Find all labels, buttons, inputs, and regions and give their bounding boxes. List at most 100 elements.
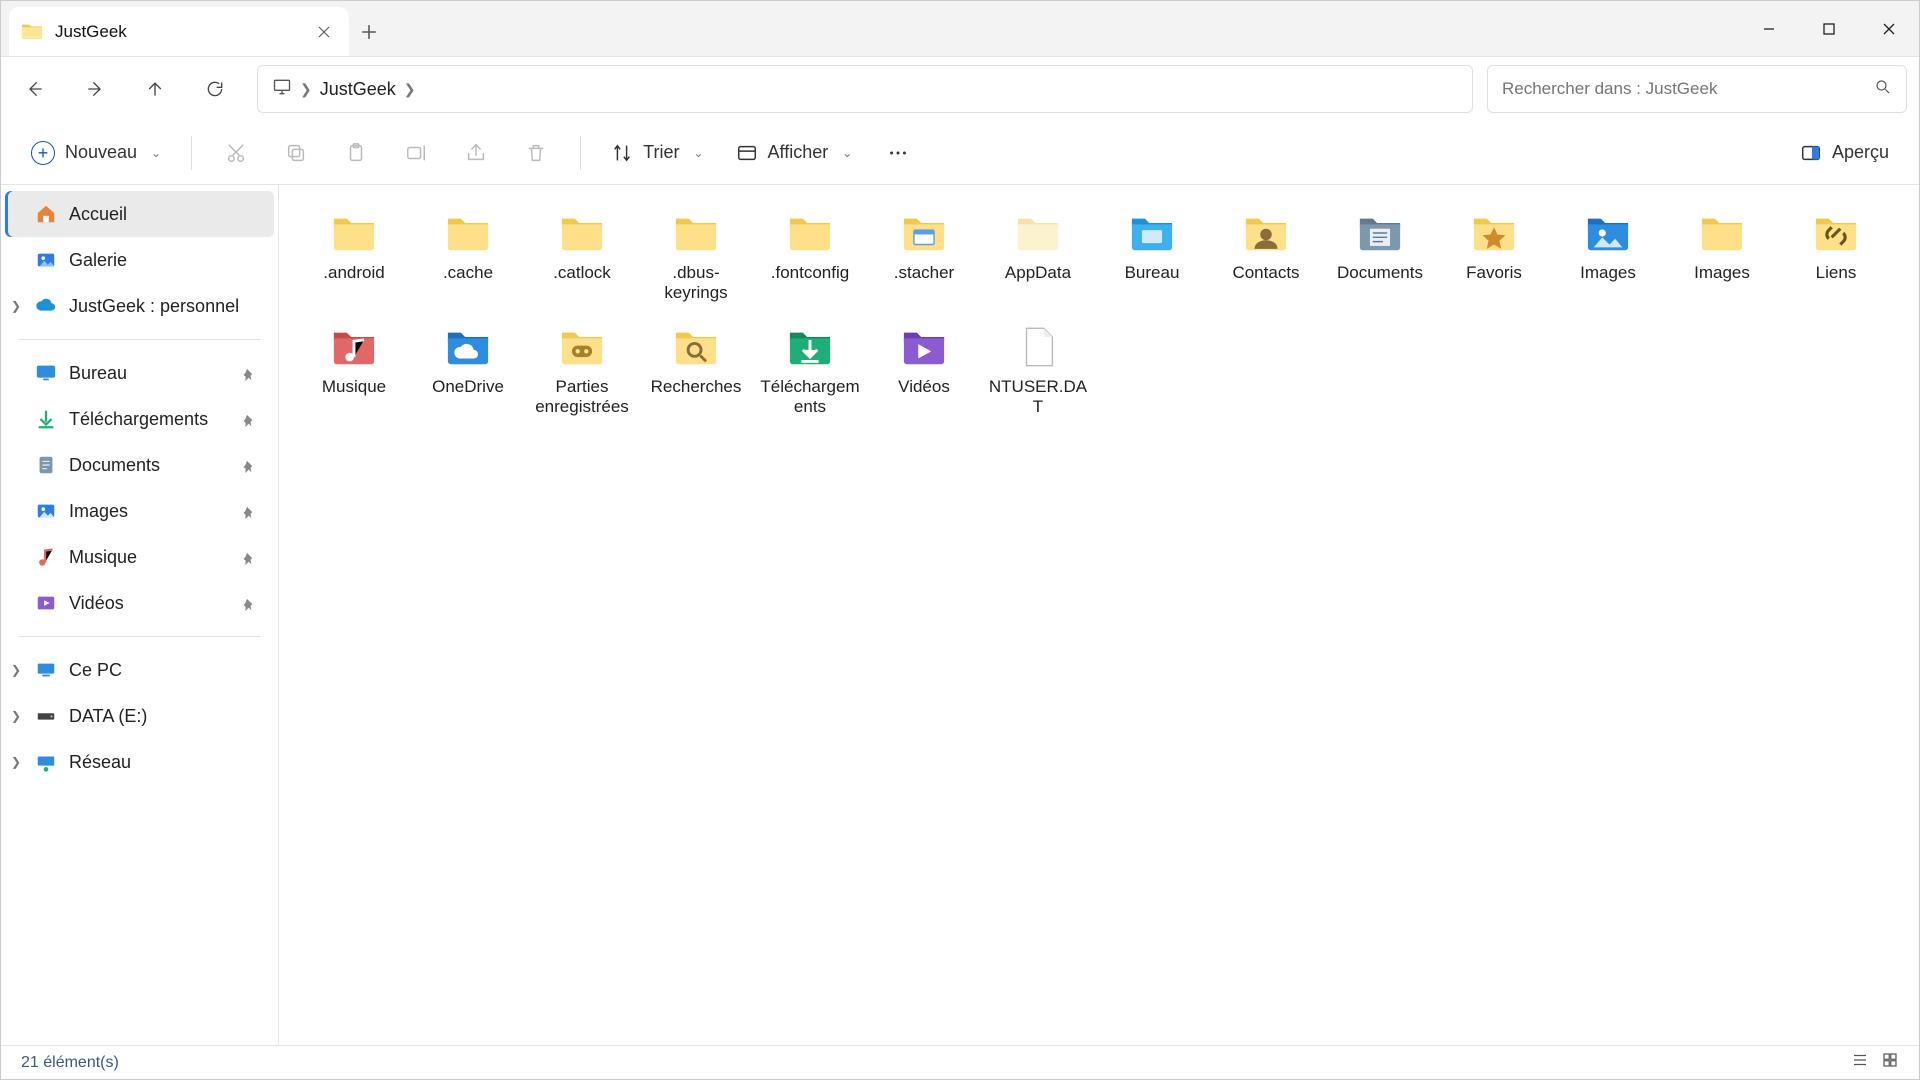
file-item[interactable]: .android	[297, 203, 411, 317]
view-button[interactable]: Afficher ⌄	[724, 131, 865, 175]
preview-pane-button[interactable]: Aperçu	[1788, 131, 1901, 175]
sort-label: Trier	[643, 142, 679, 163]
chevron-right-icon[interactable]: ❯	[11, 663, 21, 677]
window-tab[interactable]: JustGeek	[9, 7, 349, 56]
sort-button[interactable]: Trier ⌄	[599, 131, 715, 175]
desktop-blue-icon	[1121, 209, 1183, 257]
maximize-button[interactable]	[1799, 1, 1859, 56]
file-item[interactable]: Documents	[1323, 203, 1437, 317]
onedrive-icon	[437, 323, 499, 371]
file-item[interactable]: Musique	[297, 317, 411, 431]
pin-icon	[240, 504, 254, 518]
file-icon	[1007, 323, 1069, 371]
back-button[interactable]	[7, 65, 63, 113]
sidebar-item-pc[interactable]: ❯ Ce PC	[5, 647, 274, 693]
documents-icon	[35, 454, 57, 476]
icons-view-button[interactable]	[1881, 1051, 1899, 1074]
pin-icon	[240, 366, 254, 380]
sidebar-item-gallery[interactable]: Galerie	[5, 237, 274, 283]
breadcrumb[interactable]: ❯ JustGeek ❯	[257, 65, 1473, 113]
drive-icon	[35, 705, 57, 727]
rename-button[interactable]	[390, 131, 442, 175]
file-item[interactable]: .cache	[411, 203, 525, 317]
cut-button[interactable]	[210, 131, 262, 175]
file-item[interactable]: .dbus-keyrings	[639, 203, 753, 317]
toolbar-divider	[191, 136, 192, 170]
images-blue-icon	[1577, 209, 1639, 257]
sidebar-label: Images	[69, 501, 128, 522]
file-item[interactable]: .catlock	[525, 203, 639, 317]
share-button[interactable]	[450, 131, 502, 175]
sidebar-item-drive[interactable]: ❯ DATA (E:)	[5, 693, 274, 739]
file-item[interactable]: OneDrive	[411, 317, 525, 431]
up-button[interactable]	[127, 65, 183, 113]
sidebar-label: Documents	[69, 455, 160, 476]
sidebar-item-videos[interactable]: Vidéos	[5, 580, 274, 626]
file-item[interactable]: Images	[1665, 203, 1779, 317]
delete-button[interactable]	[510, 131, 562, 175]
search-box[interactable]	[1487, 65, 1907, 113]
sidebar-item-images[interactable]: Images	[5, 488, 274, 534]
refresh-button[interactable]	[187, 65, 243, 113]
network-icon	[35, 751, 57, 773]
close-window-button[interactable]	[1859, 1, 1919, 56]
file-item-label: AppData	[1005, 263, 1071, 283]
chevron-down-icon: ⌄	[693, 146, 703, 160]
toolbar-divider	[580, 136, 581, 170]
more-button[interactable]	[872, 131, 924, 175]
file-item[interactable]: NTUSER.DAT	[981, 317, 1095, 431]
chevron-right-icon[interactable]: ❯	[11, 299, 21, 313]
file-item[interactable]: Liens	[1779, 203, 1893, 317]
new-button[interactable]: + Nouveau ⌄	[19, 131, 173, 175]
file-item[interactable]: .stacher	[867, 203, 981, 317]
file-item[interactable]: Bureau	[1095, 203, 1209, 317]
file-item[interactable]: .fontconfig	[753, 203, 867, 317]
sidebar-item-documents[interactable]: Documents	[5, 442, 274, 488]
file-item-label: Images	[1694, 263, 1750, 283]
file-list[interactable]: .android .cache .catlock .dbus-keyrings …	[279, 185, 1919, 1045]
sidebar-item-downloads[interactable]: Téléchargements	[5, 396, 274, 442]
breadcrumb-segment[interactable]: JustGeek	[320, 79, 396, 100]
contacts-icon	[1235, 209, 1297, 257]
sidebar-item-desktop[interactable]: Bureau	[5, 350, 274, 396]
onedrive-icon	[35, 295, 57, 317]
sidebar-label: Réseau	[69, 752, 131, 773]
forward-button[interactable]	[67, 65, 123, 113]
file-item[interactable]: Favoris	[1437, 203, 1551, 317]
sidebar-label: Vidéos	[69, 593, 124, 614]
tab-close-button[interactable]	[309, 17, 339, 47]
file-item[interactable]: Téléchargements	[753, 317, 867, 431]
sidebar-item-home[interactable]: Accueil	[5, 191, 274, 237]
view-label: Afficher	[768, 142, 829, 163]
sidebar-label: Galerie	[69, 250, 127, 271]
music-icon	[35, 546, 57, 568]
file-item-label: Musique	[322, 377, 386, 397]
new-tab-button[interactable]	[349, 7, 389, 56]
file-item[interactable]: Images	[1551, 203, 1665, 317]
minimize-button[interactable]	[1739, 1, 1799, 56]
file-item[interactable]: Contacts	[1209, 203, 1323, 317]
sidebar-item-music[interactable]: Musique	[5, 534, 274, 580]
sidebar-item-personal[interactable]: ❯ JustGeek : personnel	[5, 283, 274, 329]
file-item[interactable]: Parties enregistrées	[525, 317, 639, 431]
file-item-label: OneDrive	[432, 377, 504, 397]
copy-button[interactable]	[270, 131, 322, 175]
search-input[interactable]	[1502, 79, 1874, 99]
chevron-right-icon[interactable]: ❯	[11, 755, 21, 769]
file-item-label: Images	[1580, 263, 1636, 283]
file-item-label: .android	[323, 263, 384, 283]
home-icon	[35, 203, 57, 225]
file-item-label: Favoris	[1466, 263, 1522, 283]
file-item[interactable]: AppData	[981, 203, 1095, 317]
file-item[interactable]: Recherches	[639, 317, 753, 431]
pin-icon	[240, 550, 254, 564]
sidebar-item-network[interactable]: ❯ Réseau	[5, 739, 274, 785]
file-item[interactable]: Vidéos	[867, 317, 981, 431]
file-item-label: NTUSER.DAT	[988, 377, 1088, 417]
pin-icon	[240, 458, 254, 472]
links-icon	[1805, 209, 1867, 257]
chevron-right-icon[interactable]: ❯	[11, 709, 21, 723]
music-red-icon	[323, 323, 385, 371]
details-view-button[interactable]	[1851, 1051, 1869, 1074]
paste-button[interactable]	[330, 131, 382, 175]
